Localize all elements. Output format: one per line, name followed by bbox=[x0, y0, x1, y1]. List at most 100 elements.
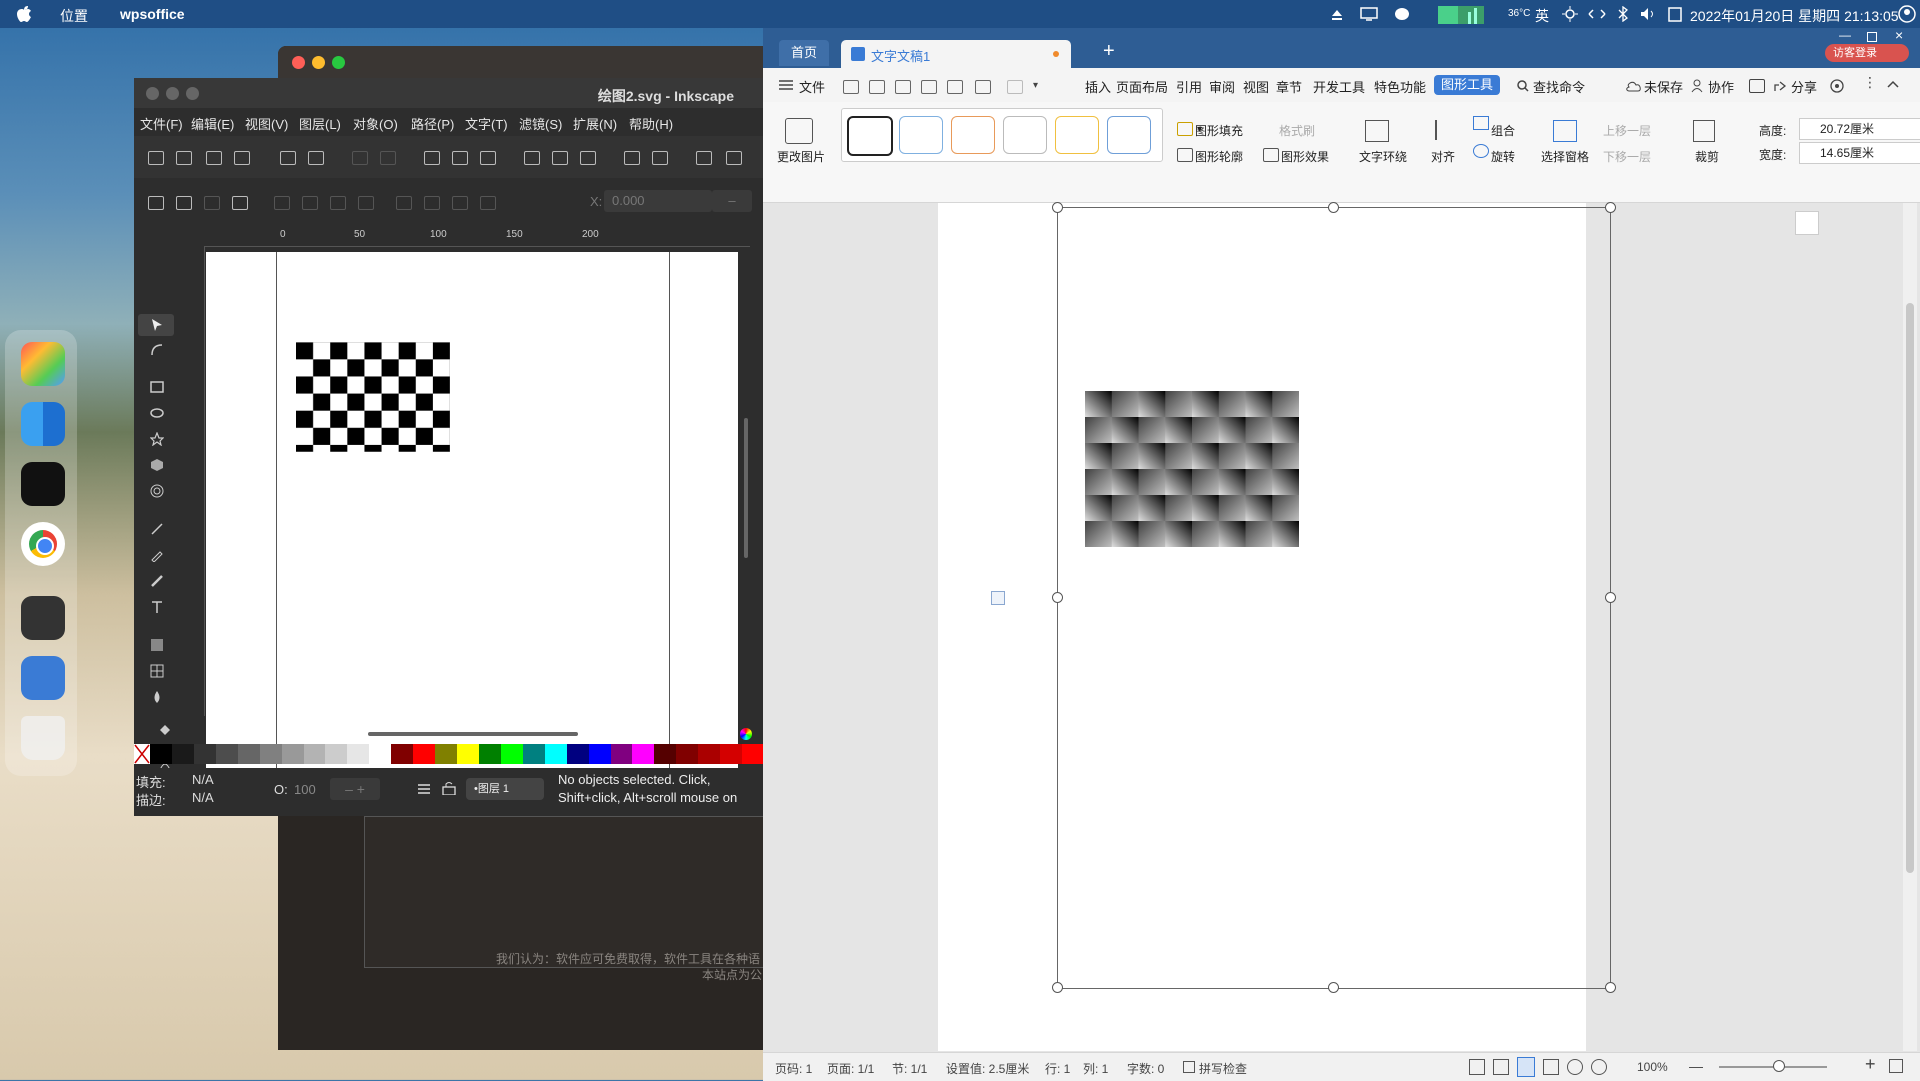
page-number-status[interactable]: 页码: 1 bbox=[775, 1060, 812, 1077]
menu-page-layout[interactable]: 页面布局 bbox=[1116, 77, 1168, 96]
mesh-tool-icon[interactable] bbox=[150, 664, 164, 678]
fit-page-icon[interactable] bbox=[1889, 1059, 1903, 1073]
shape-style-option[interactable] bbox=[1055, 116, 1099, 154]
shape-style-option[interactable] bbox=[1107, 116, 1151, 154]
cloud-icon[interactable] bbox=[1625, 80, 1641, 92]
section-status[interactable]: 节: 1/1 bbox=[892, 1060, 927, 1077]
menu-text[interactable]: 文字(T) bbox=[465, 114, 508, 133]
group-icon[interactable] bbox=[624, 151, 640, 165]
save-icon[interactable] bbox=[206, 151, 222, 165]
two-page-view-icon[interactable] bbox=[1493, 1059, 1509, 1075]
text-tool-icon[interactable] bbox=[150, 600, 164, 614]
collaborate-button[interactable]: 协作 bbox=[1708, 77, 1734, 96]
format-painter-icon[interactable] bbox=[895, 80, 911, 94]
window-close-button[interactable]: × bbox=[1895, 27, 1903, 43]
redo-icon[interactable] bbox=[1007, 80, 1023, 94]
close-button[interactable] bbox=[146, 87, 159, 100]
spell-check-icon[interactable] bbox=[1183, 1061, 1195, 1073]
print-preview-icon[interactable] bbox=[947, 80, 963, 94]
spiral-tool-icon[interactable] bbox=[150, 484, 164, 498]
opacity-value[interactable]: 100 bbox=[294, 782, 316, 797]
palette-swatch[interactable] bbox=[610, 744, 633, 764]
lock-icon[interactable] bbox=[442, 781, 456, 795]
menu-help[interactable]: 帮助(H) bbox=[629, 114, 673, 133]
crop-icon[interactable] bbox=[1693, 120, 1715, 142]
pen-tool-icon[interactable] bbox=[150, 522, 164, 536]
crop-button[interactable]: 裁剪 bbox=[1695, 148, 1719, 165]
x-decrement-button[interactable]: – bbox=[712, 190, 752, 212]
menu-references[interactable]: 引用 bbox=[1176, 77, 1202, 96]
palette-swatch[interactable] bbox=[171, 744, 194, 764]
raise-icon[interactable] bbox=[424, 196, 440, 210]
share-button[interactable]: 分享 bbox=[1791, 77, 1817, 96]
change-picture-button[interactable]: 更改图片 bbox=[777, 148, 825, 165]
change-picture-icon[interactable] bbox=[785, 118, 813, 144]
resize-handle-left[interactable] bbox=[1052, 592, 1063, 603]
shape-style-option[interactable] bbox=[951, 116, 995, 154]
ellipse-tool-icon[interactable] bbox=[150, 406, 164, 420]
menu-object[interactable]: 对象(O) bbox=[353, 114, 398, 133]
redo-icon[interactable] bbox=[380, 151, 396, 165]
palette-swatch[interactable] bbox=[347, 744, 370, 764]
format-brush-button[interactable]: 格式刷 bbox=[1279, 122, 1315, 139]
horizontal-scrollbar[interactable] bbox=[368, 732, 578, 736]
menu-developer[interactable]: 开发工具 bbox=[1313, 77, 1365, 96]
row-status[interactable]: 行: 1 bbox=[1045, 1060, 1070, 1077]
menu-extensions[interactable]: 扩展(N) bbox=[573, 114, 617, 133]
palette-swatch[interactable] bbox=[391, 744, 414, 764]
apple-icon[interactable] bbox=[16, 5, 32, 23]
text-wrap-icon[interactable] bbox=[1365, 120, 1389, 142]
rotate-icon[interactable] bbox=[1473, 144, 1489, 158]
minimize-button[interactable] bbox=[166, 87, 179, 100]
tab-document[interactable]: 文字文稿1 bbox=[841, 40, 1071, 68]
selection-pane-button[interactable]: 选择窗格 bbox=[1541, 148, 1589, 165]
shape-style-option[interactable] bbox=[1003, 116, 1047, 154]
palette-swatch[interactable] bbox=[215, 744, 238, 764]
zoom-in-button[interactable]: + bbox=[1865, 1054, 1876, 1075]
spell-check-status[interactable]: 拼写检查 bbox=[1199, 1060, 1247, 1077]
layout-options-icon[interactable] bbox=[1795, 211, 1819, 235]
clone-icon[interactable] bbox=[552, 151, 568, 165]
outline-view-icon[interactable] bbox=[1543, 1059, 1559, 1075]
menu-graphics-tools[interactable]: 图形工具 bbox=[1434, 75, 1500, 95]
maximize-button[interactable] bbox=[186, 87, 199, 100]
customize-dropdown-icon[interactable]: ▾ bbox=[1033, 80, 1047, 92]
fill-stroke-icon[interactable] bbox=[696, 151, 712, 165]
clipboard-icon[interactable] bbox=[1668, 6, 1682, 22]
align-icon[interactable] bbox=[1435, 120, 1455, 140]
eye-protection-icon[interactable] bbox=[1591, 1059, 1607, 1075]
resize-handle-top-right[interactable] bbox=[1605, 202, 1616, 213]
shape-outline-button[interactable]: 图形轮廓 bbox=[1195, 148, 1243, 165]
select-all-icon[interactable] bbox=[148, 196, 164, 210]
palette-swatch[interactable] bbox=[281, 744, 304, 764]
shape-effect-button[interactable]: 图形效果 bbox=[1281, 148, 1329, 165]
palette-swatch[interactable] bbox=[150, 744, 172, 764]
share-icon[interactable] bbox=[1773, 79, 1787, 93]
picture-selection-frame[interactable] bbox=[1052, 202, 1616, 993]
palette-swatch[interactable] bbox=[325, 744, 348, 764]
fill-value[interactable]: N/A bbox=[192, 772, 214, 787]
page-count-status[interactable]: 页面: 1/1 bbox=[827, 1060, 874, 1077]
star-tool-icon[interactable] bbox=[150, 432, 164, 446]
menu-insert[interactable]: 插入 bbox=[1085, 77, 1111, 96]
resize-handle-top[interactable] bbox=[1328, 202, 1339, 213]
finder-icon[interactable] bbox=[21, 402, 65, 446]
node-tool-icon[interactable] bbox=[150, 343, 164, 357]
palette-swatch[interactable] bbox=[259, 744, 282, 764]
touch-select-icon[interactable] bbox=[232, 196, 248, 210]
menu-edit[interactable]: 编辑(E) bbox=[191, 114, 234, 133]
selection-pane-icon[interactable] bbox=[1553, 120, 1577, 142]
undo-icon[interactable] bbox=[975, 80, 991, 94]
unsaved-dot[interactable] bbox=[1053, 51, 1059, 57]
unsaved-status[interactable]: 未保存 bbox=[1644, 77, 1683, 96]
palette-swatch[interactable] bbox=[742, 744, 765, 764]
palette-swatch[interactable] bbox=[632, 744, 655, 764]
zoom-out-button[interactable]: — bbox=[1689, 1058, 1703, 1074]
shape-style-option[interactable] bbox=[899, 116, 943, 154]
resize-handle-bottom-right[interactable] bbox=[1605, 982, 1616, 993]
window-minimize-button[interactable]: — bbox=[1839, 28, 1851, 42]
web-view-icon[interactable] bbox=[1567, 1059, 1583, 1075]
shape-fill-icon[interactable] bbox=[1177, 122, 1193, 136]
lower-bottom-icon[interactable] bbox=[480, 196, 496, 210]
rotate-cw-icon[interactable] bbox=[302, 196, 318, 210]
